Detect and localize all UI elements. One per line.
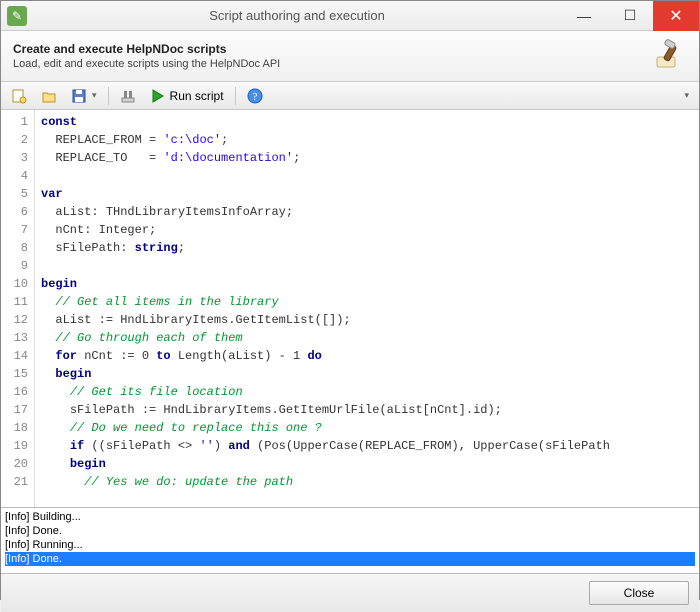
code-line[interactable]: nCnt: Integer; <box>41 221 693 239</box>
line-number: 15 <box>1 365 28 383</box>
toolbar: ▾ Run script ? ▾ <box>1 82 699 110</box>
header-title: Create and execute HelpNDoc scripts <box>13 42 653 56</box>
toolbar-menu-button[interactable]: ▾ <box>677 86 695 105</box>
code-line[interactable]: aList := HndLibraryItems.GetItemList([])… <box>41 311 693 329</box>
code-line[interactable]: REPLACE_TO = 'd:\documentation'; <box>41 149 693 167</box>
separator <box>235 87 236 105</box>
code-editor[interactable]: 123456789101112131415161718192021 const … <box>1 110 699 508</box>
code-area[interactable]: const REPLACE_FROM = 'c:\doc'; REPLACE_T… <box>35 110 699 507</box>
line-number: 13 <box>1 329 28 347</box>
save-script-button[interactable]: ▾ <box>65 84 103 108</box>
code-line[interactable]: const <box>41 113 693 131</box>
code-line[interactable]: if ((sFilePath <> '') and (Pos(UpperCase… <box>41 437 693 455</box>
line-gutter: 123456789101112131415161718192021 <box>1 110 35 507</box>
header-icon <box>653 39 687 73</box>
footer: Close <box>1 574 699 612</box>
code-line[interactable]: // Do we need to replace this one ? <box>41 419 693 437</box>
line-number: 11 <box>1 293 28 311</box>
code-line[interactable]: REPLACE_FROM = 'c:\doc'; <box>41 131 693 149</box>
code-line[interactable]: begin <box>41 455 693 473</box>
output-panel[interactable]: [Info] Building...[Info] Done.[Info] Run… <box>1 508 699 574</box>
line-number: 10 <box>1 275 28 293</box>
close-button[interactable]: Close <box>589 581 689 605</box>
output-line[interactable]: [Info] Building... <box>5 510 695 524</box>
code-line[interactable]: sFilePath: string; <box>41 239 693 257</box>
code-line[interactable]: begin <box>41 275 693 293</box>
code-line[interactable] <box>41 167 693 185</box>
line-number: 5 <box>1 185 28 203</box>
line-number: 1 <box>1 113 28 131</box>
code-line[interactable]: for nCnt := 0 to Length(aList) - 1 do <box>41 347 693 365</box>
svg-text:?: ? <box>252 91 257 103</box>
line-number: 14 <box>1 347 28 365</box>
code-line[interactable]: // Go through each of them <box>41 329 693 347</box>
maximize-button[interactable]: ☐ <box>607 1 653 31</box>
output-line[interactable]: [Info] Running... <box>5 538 695 552</box>
window-title: Script authoring and execution <box>33 8 561 23</box>
new-script-button[interactable] <box>5 84 33 108</box>
output-line[interactable]: [Info] Done. <box>5 552 695 566</box>
code-line[interactable]: aList: THndLibraryItemsInfoArray; <box>41 203 693 221</box>
code-line[interactable] <box>41 257 693 275</box>
code-line[interactable]: // Yes we do: update the path <box>41 473 693 491</box>
help-button[interactable]: ? <box>241 84 269 108</box>
line-number: 12 <box>1 311 28 329</box>
line-number: 2 <box>1 131 28 149</box>
close-window-button[interactable]: ✕ <box>653 1 699 31</box>
line-number: 17 <box>1 401 28 419</box>
line-number: 6 <box>1 203 28 221</box>
build-script-button[interactable] <box>114 84 142 108</box>
app-icon: ✎ <box>7 6 27 26</box>
close-button-label: Close <box>624 586 655 600</box>
line-number: 3 <box>1 149 28 167</box>
code-line[interactable]: sFilePath := HndLibraryItems.GetItemUrlF… <box>41 401 693 419</box>
dropdown-icon: ▾ <box>92 90 97 101</box>
header-subtitle: Load, edit and execute scripts using the… <box>13 58 653 70</box>
minimize-button[interactable]: — <box>561 1 607 31</box>
code-line[interactable]: // Get its file location <box>41 383 693 401</box>
line-number: 21 <box>1 473 28 491</box>
run-script-label: Run script <box>170 89 224 103</box>
header: Create and execute HelpNDoc scripts Load… <box>1 31 699 82</box>
separator <box>108 87 109 105</box>
code-line[interactable]: var <box>41 185 693 203</box>
line-number: 4 <box>1 167 28 185</box>
code-line[interactable]: begin <box>41 365 693 383</box>
line-number: 7 <box>1 221 28 239</box>
title-bar: ✎ Script authoring and execution — ☐ ✕ <box>1 1 699 31</box>
code-line[interactable]: // Get all items in the library <box>41 293 693 311</box>
line-number: 18 <box>1 419 28 437</box>
line-number: 19 <box>1 437 28 455</box>
run-script-button[interactable]: Run script <box>144 84 230 108</box>
line-number: 20 <box>1 455 28 473</box>
line-number: 16 <box>1 383 28 401</box>
output-line[interactable]: [Info] Done. <box>5 524 695 538</box>
line-number: 8 <box>1 239 28 257</box>
open-script-button[interactable] <box>35 84 63 108</box>
line-number: 9 <box>1 257 28 275</box>
